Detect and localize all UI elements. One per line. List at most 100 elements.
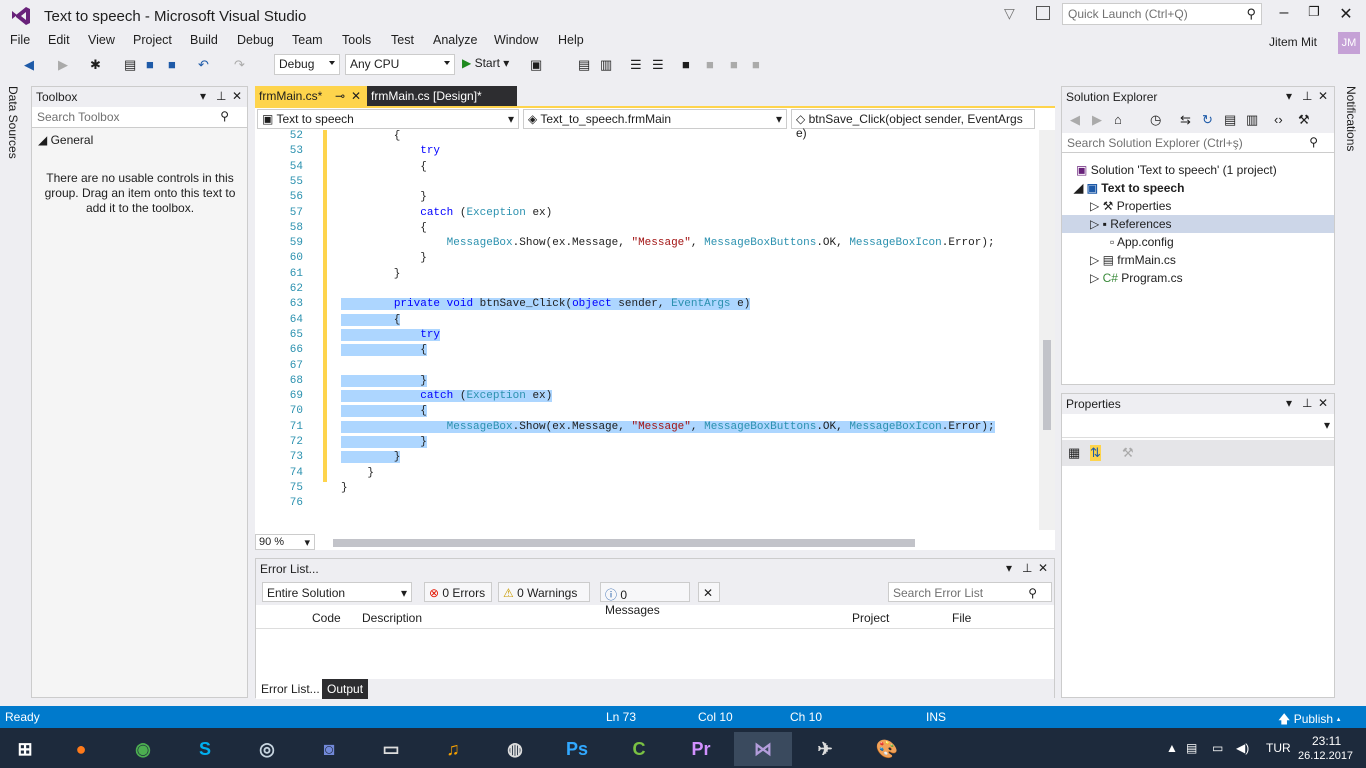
- camtasia-icon[interactable]: C: [616, 732, 662, 766]
- forward-icon[interactable]: ▶: [58, 57, 68, 73]
- tree-item-references[interactable]: ▷ ▪ References: [1062, 215, 1334, 233]
- tree-item-project[interactable]: ◢ ▣ Text to speech: [1074, 181, 1184, 195]
- tree-item-app-config[interactable]: ▫ App.config: [1110, 235, 1174, 249]
- menu-debug[interactable]: Debug: [237, 33, 274, 47]
- network-adapter-icon[interactable]: ▤: [1186, 741, 1197, 755]
- warnings-filter-button[interactable]: ⚠ 0 Warnings: [498, 582, 590, 602]
- menu-analyze[interactable]: Analyze: [433, 33, 477, 47]
- menu-tools[interactable]: Tools: [342, 33, 371, 47]
- code-line[interactable]: 53 try: [255, 145, 1035, 160]
- language-indicator[interactable]: TUR: [1266, 741, 1291, 755]
- menu-edit[interactable]: Edit: [48, 33, 70, 47]
- save-all-icon[interactable]: ■: [168, 57, 176, 72]
- code-line[interactable]: 66 {: [255, 344, 1035, 359]
- volume-icon[interactable]: ◀): [1236, 741, 1249, 755]
- toolbox-search-input[interactable]: Search Toolbox ⚲: [32, 107, 247, 128]
- chrome-icon[interactable]: ◉: [120, 732, 166, 766]
- code-line[interactable]: 61 }: [255, 268, 1035, 283]
- platform-select[interactable]: Any CPU: [345, 54, 455, 75]
- start-button[interactable]: ▶ Start ▾: [462, 56, 509, 70]
- clear-bookmarks-icon[interactable]: ■: [752, 57, 760, 72]
- save-icon[interactable]: ■: [146, 57, 154, 72]
- refresh-icon[interactable]: ↻: [1202, 112, 1213, 128]
- tray-overflow-icon[interactable]: ▲: [1166, 741, 1178, 755]
- code-line[interactable]: 59 MessageBox.Show(ex.Message, "Message"…: [255, 237, 1035, 252]
- notifications-tab[interactable]: Notifications: [1340, 86, 1364, 166]
- class-nav-select[interactable]: ◈ Text_to_speech.frmMain ▾: [523, 109, 787, 129]
- paint-icon[interactable]: 🎨: [864, 732, 910, 766]
- menu-help[interactable]: Help: [558, 33, 584, 47]
- open-icon[interactable]: ▤: [124, 57, 136, 73]
- member-nav-select[interactable]: ◇ btnSave_Click(object sender, EventArgs…: [791, 109, 1035, 140]
- build-intellisense-filter-button[interactable]: ✕: [698, 582, 720, 602]
- code-line[interactable]: 64 {: [255, 313, 1035, 329]
- menu-window[interactable]: Window: [494, 33, 538, 47]
- column-code[interactable]: Code: [312, 611, 341, 625]
- tree-item-solution[interactable]: ▣ Solution 'Text to speech' (1 project): [1076, 163, 1277, 177]
- show-all-files-icon[interactable]: ▥: [1246, 112, 1258, 128]
- discord-icon[interactable]: ◙: [306, 732, 352, 766]
- redo-icon[interactable]: ↷: [234, 57, 245, 73]
- code-line[interactable]: 76: [255, 497, 1035, 512]
- code-line[interactable]: 69 catch (Exception ex): [255, 390, 1035, 405]
- prev-bookmark-icon[interactable]: ■: [706, 57, 714, 72]
- data-sources-tab[interactable]: Data Sources: [0, 86, 28, 166]
- tab-frmmain-design[interactable]: frmMain.cs [Design]*: [367, 86, 517, 106]
- code-line[interactable]: 74 }: [255, 467, 1035, 482]
- avatar[interactable]: JM: [1338, 32, 1360, 54]
- code-line[interactable]: 71 MessageBox.Show(ex.Message, "Message"…: [255, 420, 1035, 436]
- skype-icon[interactable]: S: [182, 732, 228, 766]
- pc-monitor-icon[interactable]: ▭: [368, 732, 414, 766]
- menu-test[interactable]: Test: [391, 33, 414, 47]
- configuration-select[interactable]: Debug: [274, 54, 340, 75]
- vertical-scrollbar[interactable]: [1039, 130, 1055, 530]
- toolbox-group-general[interactable]: ◢ General: [38, 133, 93, 147]
- menu-build[interactable]: Build: [190, 33, 218, 47]
- code-line[interactable]: 72 }: [255, 436, 1035, 451]
- column-file[interactable]: File: [952, 611, 971, 625]
- network-icon[interactable]: ▭: [1212, 741, 1223, 755]
- filter-icon[interactable]: ▽: [1004, 5, 1015, 22]
- user-name[interactable]: Jitem Mit: [1269, 35, 1317, 49]
- racing-game-icon[interactable]: ✈: [802, 732, 848, 766]
- view-code-icon[interactable]: ‹›: [1274, 112, 1283, 127]
- code-line[interactable]: 57 catch (Exception ex): [255, 207, 1035, 222]
- tree-item-program[interactable]: ▷ C# Program.cs: [1090, 271, 1183, 285]
- bookmark-icon[interactable]: ■: [682, 57, 690, 72]
- project-nav-select[interactable]: ▣ Text to speech ▾: [257, 109, 519, 129]
- code-area[interactable]: 52 {53 try 54 {55 56 } 57 catch (Exception …: [255, 130, 1035, 530]
- code-editor[interactable]: ▣ Text to speech ▾ ◈ Text_to_speech.frmMa…: [255, 106, 1055, 550]
- chevron-down-icon[interactable]: ▾: [1286, 89, 1292, 103]
- find-icon[interactable]: ▣: [530, 57, 542, 73]
- menu-file[interactable]: File: [10, 33, 30, 47]
- clock-date[interactable]: 26.12.2017: [1298, 750, 1353, 762]
- errors-filter-button[interactable]: ⊗ 0 Errors: [424, 582, 492, 602]
- code-line[interactable]: 75}: [255, 482, 1035, 497]
- close-icon[interactable]: ✕: [351, 89, 361, 103]
- premiere-icon[interactable]: Pr: [678, 732, 724, 766]
- home-icon[interactable]: ⌂: [1114, 112, 1122, 127]
- forward-icon[interactable]: ▶: [1092, 112, 1102, 128]
- code-line[interactable]: 54 {: [255, 161, 1035, 176]
- scroll-thumb[interactable]: [1043, 340, 1051, 430]
- close-button[interactable]: ✕: [1334, 4, 1358, 24]
- code-line[interactable]: 62: [255, 283, 1035, 298]
- feedback-icon[interactable]: [1036, 6, 1050, 20]
- outline-icon[interactable]: ▥: [600, 57, 612, 73]
- comment-icon[interactable]: ☰: [630, 57, 642, 73]
- error-list-search-input[interactable]: Search Error List ⚲: [888, 582, 1052, 602]
- code-line[interactable]: 58 {: [255, 222, 1035, 237]
- scope-select[interactable]: Entire Solution ▾: [262, 582, 412, 602]
- new-project-icon[interactable]: ✱: [90, 57, 101, 73]
- visual-studio-task-icon[interactable]: ⋈: [734, 732, 792, 766]
- pin-icon[interactable]: ⊸: [335, 89, 345, 103]
- code-line[interactable]: 56 }: [255, 191, 1035, 206]
- code-line[interactable]: 68 }: [255, 374, 1035, 390]
- chevron-down-icon[interactable]: ▾: [1006, 561, 1012, 575]
- tree-item-frmmain[interactable]: ▷ ▤ frmMain.cs: [1090, 253, 1176, 267]
- undo-icon[interactable]: ↶: [198, 57, 209, 73]
- obs-icon[interactable]: ◍: [492, 732, 538, 766]
- tab-frmmain-cs[interactable]: frmMain.cs* ⊸ ✕: [255, 86, 367, 106]
- code-line[interactable]: 60 }: [255, 252, 1035, 267]
- photoshop-icon[interactable]: Ps: [554, 732, 600, 766]
